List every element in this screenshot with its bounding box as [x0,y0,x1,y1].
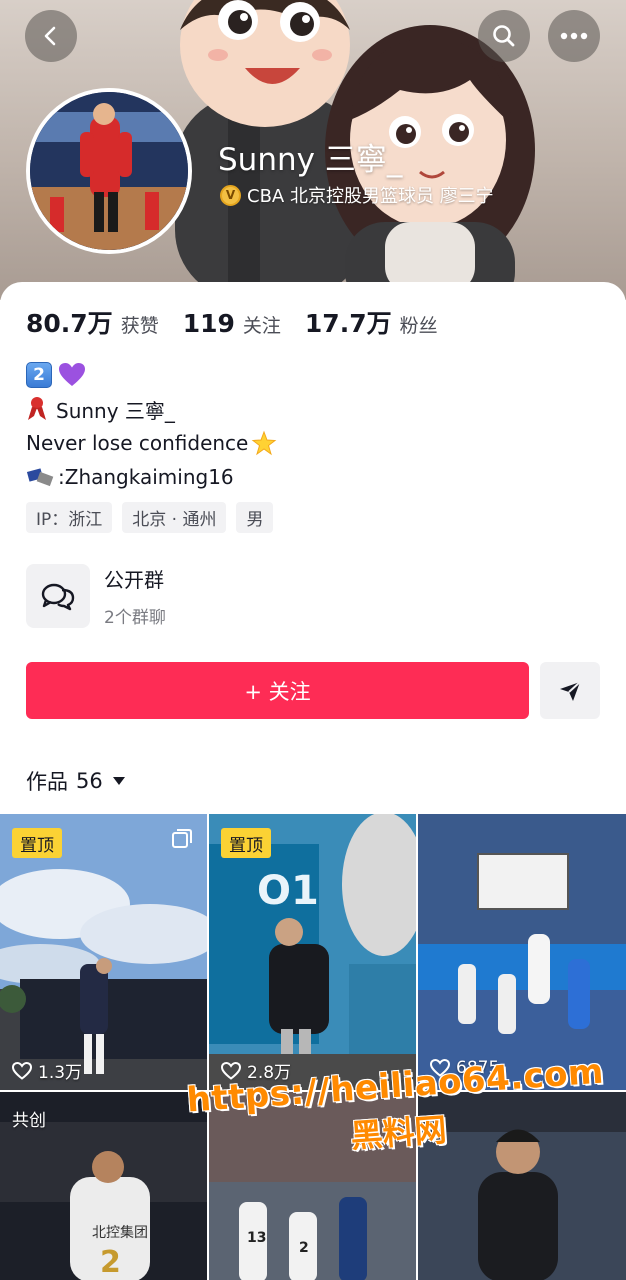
avatar[interactable] [26,88,192,254]
works-tab[interactable]: 作品 56 [26,766,125,796]
caret-down-icon [112,777,125,785]
group-text: 公开群 2个群聊 [104,564,166,628]
stat-value: 119 [182,309,235,338]
more-button[interactable] [548,10,600,62]
svg-text:O1: O1 [257,868,319,914]
heart-outline-icon [12,1061,32,1080]
stat-value: 17.7万 [304,309,392,338]
video-thumbnail[interactable]: O1 置顶 2.8万 [209,814,416,1090]
public-group-entry[interactable]: 公开群 2个群聊 [26,564,166,628]
stats-row: 80.7万 获赞 119 关注 17.7万 粉丝 [26,304,462,340]
svg-text:2: 2 [100,1245,121,1280]
share-button[interactable] [540,662,600,719]
stat-label: 获赞 [120,315,159,337]
group-title: 公开群 [104,568,164,592]
pinned-badge: 置顶 [221,828,271,858]
stat-value: 80.7万 [26,309,113,338]
verification-text: CBA 北京控股男篮球员 廖三宁 [247,186,494,207]
bio-motto: Never lose confidence [26,431,249,455]
search-icon [493,25,515,47]
video-thumbnail[interactable]: 6875 [418,814,626,1090]
stat-followers[interactable]: 17.7万 粉丝 [305,304,438,340]
co-creation-badge: 共创 [12,1111,46,1131]
search-button[interactable] [478,10,530,62]
bio-line-1: 2 [26,358,606,392]
pinned-badge: 置顶 [12,828,62,858]
stat-likes[interactable]: 80.7万 获赞 [26,304,159,340]
stat-label: 粉丝 [399,315,438,337]
flag-icon [26,468,54,487]
like-count: 1.3万 [12,1058,82,1083]
bio-line-2: Sunny 三寧_ [26,392,606,426]
tag-row: IP：浙江 北京 · 通州 男 [26,502,274,533]
thumbnail-image [418,814,626,1090]
avatar-photo [30,92,188,250]
glowing-star-icon [251,430,277,456]
works-label: 作品 [26,770,68,794]
video-thumbnail[interactable]: 置顶 1.3万 [0,814,207,1090]
bio: 2 Sunny 三寧_ Never lose confidence :Zhang… [26,358,606,494]
works-count: 56 [76,769,103,793]
verification-row: V CBA 北京控股男篮球员 廖三宁 [220,182,494,208]
city-tag[interactable]: 北京 · 通州 [122,502,227,533]
bio-line-3: Never lose confidence [26,426,606,460]
svg-text:2: 2 [299,1240,309,1256]
like-count-text: 1.3万 [38,1063,83,1083]
gender-tag: 男 [236,502,274,533]
nickname: Sunny 三寧_ [218,142,403,178]
ip-location-tag: IP：浙江 [26,502,113,533]
svg-text:北控集团: 北控集团 [92,1224,148,1241]
more-icon [560,32,588,40]
video-grid: 置顶 1.3万 O1 置顶 2.8万 6875 北控集团 2 共创 13 2 [0,814,626,1280]
video-thumbnail[interactable]: 北控集团 2 共创 [0,1092,207,1280]
bio-handle: :Zhangkaiming16 [58,465,234,489]
verified-icon: V [220,184,241,206]
multi-image-icon [172,829,192,848]
back-icon [44,26,56,46]
bio-line-4: :Zhangkaiming16 [26,460,606,494]
back-button[interactable] [25,10,77,62]
number-badge-icon: 2 [26,362,52,388]
profile-banner: Sunny 三寧_ V CBA 北京控股男篮球员 廖三宁 [0,0,626,300]
send-icon [560,680,581,701]
follow-button[interactable]: + 关注 [26,662,529,719]
stat-label: 关注 [242,315,281,337]
group-chat-icon [26,564,90,628]
stat-following[interactable]: 119 关注 [183,309,281,338]
svg-text:13: 13 [247,1230,266,1246]
ribbon-icon [28,397,46,420]
group-subtitle: 2个群聊 [104,608,166,628]
bio-name: Sunny 三寧_ [56,398,175,423]
purple-heart-icon [59,363,85,386]
